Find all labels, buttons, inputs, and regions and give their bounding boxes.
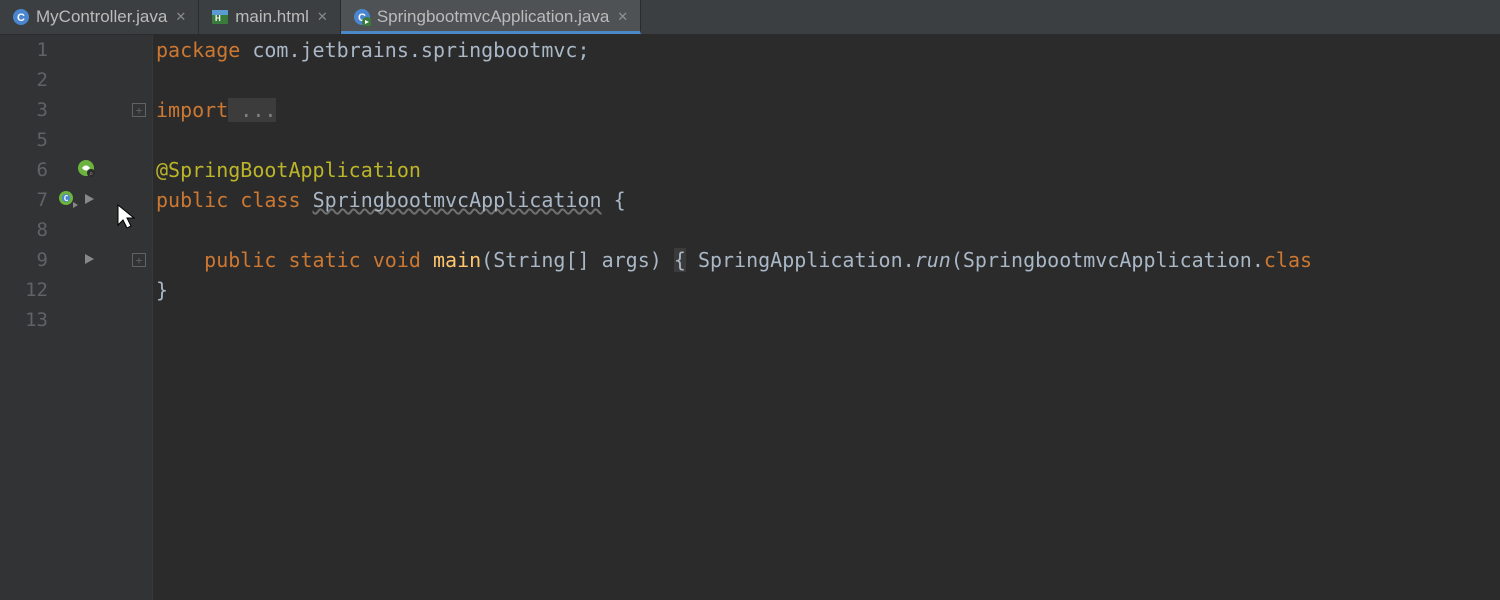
code-line: [152, 65, 1500, 95]
svg-text:⌕: ⌕: [89, 170, 93, 178]
fold-expand-icon[interactable]: +: [132, 253, 146, 267]
line-number: 5: [0, 129, 48, 151]
line-number: 8: [0, 219, 48, 241]
line-number: 1: [0, 39, 48, 61]
run-gutter-icon[interactable]: [82, 249, 96, 271]
line-number: 2: [0, 69, 48, 91]
code-line: [152, 305, 1500, 335]
line-number: 6: [0, 159, 48, 181]
code-line: [152, 125, 1500, 155]
code-line: import ...: [152, 95, 1500, 125]
gutter: 1 2 3 + 5 6 ⌕ 7 C 8 9 + 12 13: [0, 35, 152, 600]
tab-bar: C MyController.java ✕ H main.html ✕ C Sp…: [0, 0, 1500, 35]
tab-label: SpringbootmvcApplication.java: [377, 7, 609, 27]
line-number: 3: [0, 99, 48, 121]
line-number: 9: [0, 249, 48, 271]
code-line: @SpringBootApplication: [152, 155, 1500, 185]
svg-text:H: H: [215, 14, 221, 23]
tab-springbootapp[interactable]: C SpringbootmvcApplication.java ✕: [341, 0, 641, 34]
line-number: 13: [0, 309, 48, 331]
svg-text:C: C: [64, 194, 69, 203]
svg-text:C: C: [17, 12, 25, 24]
code-line: [152, 215, 1500, 245]
code-line: }: [152, 275, 1500, 305]
close-icon[interactable]: ✕: [175, 9, 186, 25]
fold-expand-icon[interactable]: +: [132, 103, 146, 117]
line-number: 12: [0, 279, 48, 301]
tab-mycontroller[interactable]: C MyController.java ✕: [0, 0, 199, 34]
code-line: package com.jetbrains.springbootmvc;: [152, 35, 1500, 65]
spring-bean-icon[interactable]: ⌕: [76, 158, 96, 183]
tab-label: MyController.java: [36, 7, 167, 27]
editor: 1 2 3 + 5 6 ⌕ 7 C 8 9 + 12 13 package com.je…: [0, 35, 1500, 600]
java-run-class-icon: C: [353, 8, 371, 26]
line-number: 7: [0, 189, 48, 211]
close-icon[interactable]: ✕: [617, 9, 628, 25]
tab-label: main.html: [235, 7, 309, 27]
code-line: public class SpringbootmvcApplication {: [152, 185, 1500, 215]
tab-mainhtml[interactable]: H main.html ✕: [199, 0, 341, 34]
close-icon[interactable]: ✕: [317, 9, 328, 25]
html-file-icon: H: [211, 8, 229, 26]
run-gutter-icon[interactable]: [82, 189, 96, 211]
java-class-icon: C: [12, 8, 30, 26]
code-line: public static void main(String[] args) {…: [152, 245, 1500, 275]
run-class-icon[interactable]: C: [58, 188, 78, 213]
code-area[interactable]: package com.jetbrains.springbootmvc; imp…: [152, 35, 1500, 600]
